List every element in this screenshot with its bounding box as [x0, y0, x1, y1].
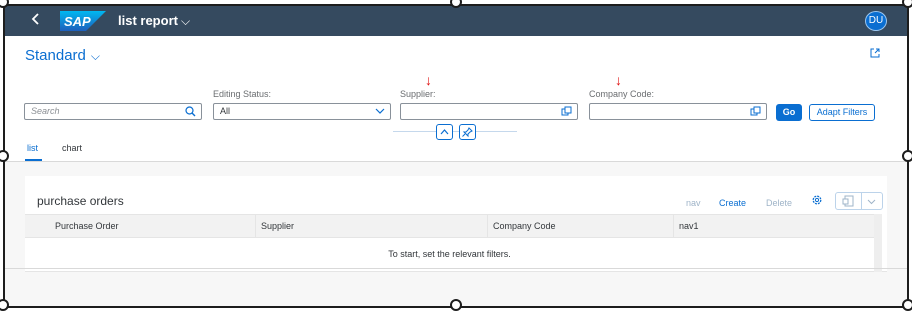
- app-frame: SAP list report ⌵ DU Standard ⌵ Search Edi…: [3, 4, 909, 308]
- variant-label: Standard: [25, 47, 86, 64]
- variant-selector[interactable]: Standard ⌵: [25, 47, 100, 64]
- resize-handle[interactable]: [902, 150, 912, 162]
- export-icon: [842, 195, 854, 207]
- chevron-left-icon: [31, 13, 39, 25]
- search-placeholder: Search: [31, 106, 60, 116]
- chevron-down-icon: [867, 199, 876, 205]
- annotation-arrow: ↓: [425, 72, 432, 88]
- user-avatar[interactable]: DU: [865, 11, 887, 31]
- search-input[interactable]: Search: [24, 103, 202, 120]
- resize-handle[interactable]: [0, 299, 9, 311]
- nav-button[interactable]: nav: [686, 198, 701, 208]
- footer-divider: [5, 268, 907, 269]
- back-button[interactable]: [31, 12, 41, 31]
- column-header-company-code[interactable]: Company Code: [493, 215, 556, 237]
- sap-logo-text: SAP: [64, 14, 91, 29]
- create-button[interactable]: Create: [719, 198, 746, 208]
- column-separator: [487, 215, 488, 237]
- chevron-up-icon: [440, 129, 449, 135]
- split-separator: [861, 193, 862, 209]
- no-data-text: To start, set the relevant filters.: [388, 249, 511, 259]
- resize-handle[interactable]: [450, 299, 462, 311]
- share-icon: [870, 48, 880, 58]
- column-separator: [673, 215, 674, 237]
- app-title: list report: [118, 13, 178, 28]
- column-header-purchase-order[interactable]: Purchase Order: [55, 215, 119, 237]
- gear-icon: [812, 195, 822, 205]
- tab-list[interactable]: list: [27, 143, 38, 153]
- delete-button[interactable]: Delete: [766, 198, 792, 208]
- column-separator: [255, 215, 256, 237]
- go-button[interactable]: Go: [776, 104, 802, 121]
- value-help-icon[interactable]: [561, 106, 572, 117]
- shell-bar: SAP list report ⌵ DU: [5, 6, 907, 36]
- editing-status-select[interactable]: All: [213, 103, 391, 120]
- value-help-icon[interactable]: [750, 106, 761, 117]
- table-title: purchase orders: [37, 194, 124, 208]
- pin-header-button[interactable]: [459, 124, 476, 140]
- export-menu-button[interactable]: [835, 192, 883, 210]
- column-header-supplier[interactable]: Supplier: [261, 215, 294, 237]
- sap-logo: SAP: [60, 11, 106, 31]
- tab-chart[interactable]: chart: [62, 143, 82, 153]
- column-header-nav1[interactable]: nav1: [679, 215, 699, 237]
- company-code-label: Company Code:: [589, 89, 655, 99]
- annotation-arrow: ↓: [615, 72, 622, 88]
- table-settings-button[interactable]: [811, 193, 823, 211]
- company-code-field[interactable]: [589, 103, 767, 120]
- editing-status-label: Editing Status:: [213, 89, 272, 99]
- resize-handle[interactable]: [902, 0, 912, 8]
- table-scroll-column: [874, 214, 882, 272]
- adapt-filters-button[interactable]: Adapt Filters: [809, 104, 875, 121]
- table-panel: purchase orders nav Create Delete Purcha…: [25, 176, 887, 272]
- pin-icon: [462, 127, 473, 138]
- collapse-header-button[interactable]: [436, 124, 453, 140]
- supplier-field[interactable]: [400, 103, 578, 120]
- share-button[interactable]: [869, 46, 881, 64]
- header-divider: [393, 131, 517, 132]
- supplier-label: Supplier:: [400, 89, 436, 99]
- resize-handle[interactable]: [902, 299, 912, 311]
- content-area: purchase orders nav Create Delete Purcha…: [5, 162, 907, 306]
- editing-status-value: All: [220, 106, 231, 116]
- app-title-menu[interactable]: list report ⌵: [118, 13, 190, 29]
- chevron-down-icon: ⌵: [90, 49, 100, 63]
- search-icon[interactable]: [185, 106, 196, 117]
- chevron-down-icon: [375, 108, 385, 114]
- table-header: Purchase Order Supplier Company Code nav…: [25, 214, 882, 238]
- chevron-down-icon: ⌵: [180, 14, 191, 28]
